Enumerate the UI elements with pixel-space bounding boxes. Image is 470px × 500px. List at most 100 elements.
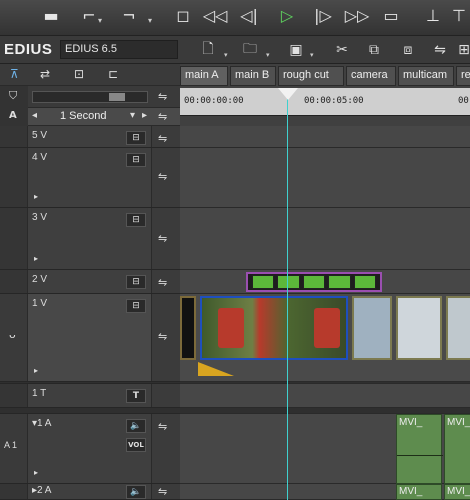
track-1v[interactable]: ᴗ 1 V ⊟ ▸ ⇋ xyxy=(0,294,180,382)
tab-multicam[interactable]: multicam xyxy=(398,66,454,86)
video-toggle-icon[interactable]: ⊟ xyxy=(126,131,146,145)
save-dropdown[interactable]: ▾ xyxy=(310,51,314,59)
tab-next[interactable]: re xyxy=(456,66,470,86)
display-toggle-icon[interactable]: ▬ xyxy=(38,3,64,27)
transition-marker[interactable] xyxy=(198,362,234,376)
playhead-marker[interactable] xyxy=(278,88,298,100)
track-5v[interactable]: 5 V ⊟ ⇋ xyxy=(0,126,180,148)
ripple-icon[interactable]: ⇋ xyxy=(430,40,450,60)
audio-mix-icon[interactable]: ⇋ xyxy=(158,420,167,433)
new-dropdown[interactable]: ▾ xyxy=(224,51,228,59)
save-icon[interactable]: ▣ xyxy=(286,40,306,60)
lane-1t[interactable] xyxy=(180,384,470,408)
video-sync-icon[interactable]: ᴗ xyxy=(9,328,16,341)
new-sequence-icon[interactable]: 🗋 xyxy=(198,40,218,60)
audio-toggle-icon[interactable]: 🔈 xyxy=(126,485,146,499)
tab-main-b[interactable]: main B xyxy=(230,66,276,86)
audio-clip[interactable]: MVI_ xyxy=(444,414,470,484)
volume-toggle[interactable]: VOL xyxy=(126,438,146,452)
audio-clip[interactable]: MVI_ xyxy=(396,484,442,500)
lane-3v[interactable] xyxy=(180,208,470,270)
copy-icon[interactable]: ⧉ xyxy=(364,40,384,60)
transparency-icon[interactable]: ⇋ xyxy=(158,330,167,343)
transparency-icon[interactable]: ⇋ xyxy=(158,132,167,145)
sync-cell xyxy=(0,484,28,499)
overwrite-to-timeline-icon[interactable]: ⊤ xyxy=(446,3,470,27)
track-4v[interactable]: 4 V ⊟ ▸ ⇋ xyxy=(0,148,180,208)
lane-1a[interactable]: MVI_ MVI_ xyxy=(180,414,470,484)
step-back-icon[interactable]: ◁| xyxy=(236,3,262,27)
timeline-cursor[interactable] xyxy=(287,88,288,500)
track-options-icon[interactable]: ⇋ xyxy=(158,90,167,103)
video-clip[interactable] xyxy=(352,296,392,360)
transparency-icon[interactable]: ⇋ xyxy=(158,170,167,183)
track-2v[interactable]: 2 V ⊟ ⇋ xyxy=(0,270,180,294)
lane-2v[interactable] xyxy=(180,270,470,294)
cut-icon[interactable]: ✂ xyxy=(332,40,352,60)
zoom-dropdown-icon[interactable]: ▾ xyxy=(130,110,135,121)
sync-mode-icon[interactable]: ⊡ xyxy=(74,67,84,81)
mark-out-dropdown[interactable]: ▾ xyxy=(148,16,152,25)
effect-thumb xyxy=(252,275,275,289)
insert-to-timeline-icon[interactable]: ⊥ xyxy=(420,3,446,27)
expand-arrow-icon[interactable]: ▸ xyxy=(34,366,38,375)
mark-out-icon[interactable]: ¬ xyxy=(116,3,142,27)
tab-rough-cut[interactable]: rough cut xyxy=(278,66,344,86)
expand-arrow-icon[interactable]: ▸ xyxy=(34,192,38,201)
video-toggle-icon[interactable]: ⊟ xyxy=(126,213,146,227)
track-2a[interactable]: ▸2 A 🔈 ⇋ xyxy=(0,484,180,500)
split-mode-icon[interactable]: ⊼ xyxy=(10,67,19,81)
zoom-next-icon[interactable]: ▸ xyxy=(142,110,147,121)
lane-4v[interactable] xyxy=(180,148,470,208)
audio-mix-icon[interactable]: ⇋ xyxy=(158,485,167,498)
expand-arrow-icon[interactable]: ▸ xyxy=(34,254,38,263)
open-dropdown[interactable]: ▾ xyxy=(266,51,270,59)
link-mode-icon[interactable]: ⊏ xyxy=(108,67,118,81)
project-name-field[interactable]: EDIUS 6.5 xyxy=(60,40,178,59)
more-icon[interactable]: ⊞ xyxy=(454,40,470,60)
fast-forward-icon[interactable]: ▷▷ xyxy=(344,3,370,27)
transparency-icon[interactable]: ⇋ xyxy=(158,232,167,245)
track-1a[interactable]: A 1 ▾1 A 🔈 VOL ▸ ⇋ xyxy=(0,414,180,484)
open-project-icon[interactable]: 🗀 xyxy=(240,40,260,60)
lane-5v[interactable] xyxy=(180,126,470,148)
video-toggle-icon[interactable]: ⊟ xyxy=(126,299,146,313)
tab-camera[interactable]: camera xyxy=(346,66,396,86)
lane-2a[interactable]: MVI_ MVI_ xyxy=(180,484,470,500)
ripple-mode-icon[interactable]: ⇄ xyxy=(40,67,50,81)
lock-icon[interactable]: ⛉ xyxy=(9,89,17,103)
paste-icon[interactable]: ⧈ xyxy=(398,40,418,60)
play-icon[interactable]: ▷ xyxy=(274,3,300,27)
track-1t[interactable]: 1 T T xyxy=(0,384,180,408)
stop-icon[interactable]: ◻ xyxy=(170,3,196,27)
track-3v[interactable]: 3 V ⊟ ▸ ⇋ xyxy=(0,208,180,270)
selected-video-clip[interactable] xyxy=(200,296,348,360)
audio-clip[interactable]: MVI_ xyxy=(396,414,443,484)
time-ruler[interactable]: 00:00:00:00 00:00:05:00 00 xyxy=(180,88,470,116)
audio-sync-label[interactable]: A 1 xyxy=(4,440,17,450)
expand-arrow-icon[interactable]: ▸ xyxy=(34,468,38,477)
effect-clip[interactable] xyxy=(246,272,382,292)
video-clip-prev[interactable] xyxy=(180,296,196,360)
volume-line[interactable] xyxy=(397,455,443,456)
audio-toggle-icon[interactable]: 🔈 xyxy=(126,419,146,433)
step-forward-icon[interactable]: |▷ xyxy=(310,3,336,27)
audio-clip[interactable]: MVI_ xyxy=(444,484,470,500)
zoom-slider-row: ⛉ ⇋ xyxy=(0,86,180,108)
track-options-icon-2[interactable]: ⇋ xyxy=(158,110,167,123)
mark-in-dropdown[interactable]: ▾ xyxy=(98,16,102,25)
zoom-prev-icon[interactable]: ◂ xyxy=(32,110,37,121)
play-around-cursor-icon[interactable]: ▭ xyxy=(378,3,404,27)
zoom-slider[interactable] xyxy=(32,91,148,103)
video-clip[interactable] xyxy=(396,296,442,360)
track-tools-row: ⊼ ⇄ ⊡ ⊏ xyxy=(0,64,180,86)
zoom-slider-handle[interactable] xyxy=(109,93,125,101)
tab-main-a[interactable]: main A xyxy=(180,66,228,86)
rewind-icon[interactable]: ◁◁ xyxy=(202,3,228,27)
video-clip[interactable] xyxy=(446,296,470,360)
transparency-icon[interactable]: ⇋ xyxy=(158,276,167,289)
video-toggle-icon[interactable]: ⊟ xyxy=(126,275,146,289)
lane-1v[interactable] xyxy=(180,294,470,382)
title-toggle-icon[interactable]: T xyxy=(126,389,146,403)
video-toggle-icon[interactable]: ⊟ xyxy=(126,153,146,167)
